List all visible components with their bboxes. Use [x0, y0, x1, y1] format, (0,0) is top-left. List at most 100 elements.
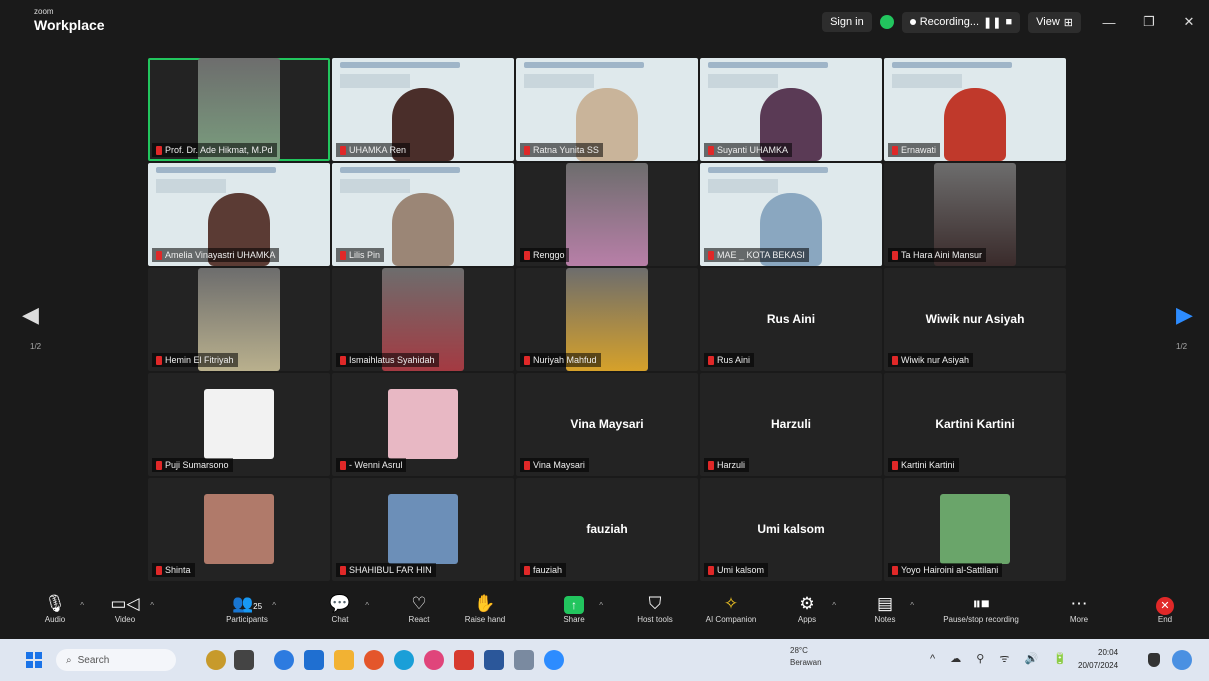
brand-small: zoom	[34, 7, 54, 16]
participant-name: Umi kalsom	[717, 565, 765, 575]
participant-tile[interactable]: Kartini Kartini Kartini Kartini	[884, 373, 1066, 476]
edge-browser-icon[interactable]	[394, 650, 414, 670]
participant-tile[interactable]: Ta Hara Aini Mansur	[884, 163, 1066, 266]
word-app-icon[interactable]	[484, 650, 504, 670]
audio-options-chevron-icon[interactable]: ^	[80, 601, 84, 610]
photos-app-icon[interactable]	[514, 650, 534, 670]
muted-microphone-icon	[156, 355, 162, 365]
pause-icon[interactable]: ❚❚	[983, 16, 1001, 29]
raise-hand-button[interactable]: ✋ Raise hand	[450, 593, 520, 624]
participant-tile[interactable]: Harzuli Harzuli	[700, 373, 882, 476]
participant-tile[interactable]: Ratna Yunita SS	[516, 58, 698, 161]
search-label: Search	[77, 654, 110, 666]
recording-dot-icon	[909, 19, 916, 25]
widget-app-icon[interactable]	[206, 650, 226, 670]
participant-tile[interactable]: Shinta	[148, 478, 330, 581]
weather-widget[interactable]: 28°C Berawan	[790, 645, 822, 669]
participant-tile[interactable]: UHAMKA Ren	[332, 58, 514, 161]
shared-slide-text	[892, 74, 962, 88]
audio-button[interactable]: 🎙 Audio ^	[20, 593, 90, 624]
more-button[interactable]: ⋯ More	[1044, 593, 1114, 624]
restore-icon[interactable]: ❐	[1129, 14, 1169, 30]
sign-in-label: Sign in	[830, 16, 864, 28]
muted-microphone-icon	[708, 145, 714, 155]
media-app-icon[interactable]	[424, 650, 444, 670]
shared-slide-text	[708, 74, 778, 88]
chrome-browser-icon[interactable]	[364, 650, 384, 670]
windows-start-icon[interactable]	[26, 652, 42, 668]
chat-button[interactable]: 💬 Chat ^	[305, 593, 375, 624]
recording-indicator[interactable]: Recording... ❚❚ ■	[901, 11, 1021, 33]
participant-name: Lilis Pin	[349, 250, 381, 260]
participant-tile[interactable]: Rus Aini Rus Aini	[700, 268, 882, 371]
share-button[interactable]: ↑ Share ^	[539, 593, 609, 624]
muted-microphone-icon	[156, 565, 162, 575]
notes-button[interactable]: ▤ Notes ^	[850, 593, 920, 624]
muted-microphone-icon	[524, 355, 530, 365]
participant-tile[interactable]: Renggo	[516, 163, 698, 266]
participant-tile[interactable]: Puji Sumarsono	[148, 373, 330, 476]
participants-chevron-icon[interactable]: ^	[272, 601, 276, 610]
pdf-app-icon[interactable]	[454, 650, 474, 670]
taskbar-clock[interactable]: 20:04 20/07/2024	[1078, 646, 1118, 672]
apps-label: Apps	[797, 615, 817, 624]
muted-microphone-icon	[340, 565, 346, 575]
participant-tile[interactable]: Vina Maysari Vina Maysari	[516, 373, 698, 476]
sign-in-button[interactable]: Sign in	[822, 12, 872, 32]
share-chevron-icon[interactable]: ^	[599, 601, 603, 610]
participant-tile[interactable]: Yoyo Hairoini al-Sattilani	[884, 478, 1066, 581]
system-tray[interactable]: ^ ☁ ⚲ ᯤ 🔊 🔋	[930, 651, 1073, 666]
video-button[interactable]: ▭◁ Video ^	[90, 593, 160, 624]
participant-tile[interactable]: Hemin El Fitriyah	[148, 268, 330, 371]
pause-stop-recording-button[interactable]: ⏸⏹ Pause/stop recording	[936, 593, 1026, 624]
taskbar-search-box[interactable]: ⌕ Search	[56, 649, 176, 671]
task-view-icon[interactable]	[234, 650, 254, 670]
participant-tile[interactable]: Ismaihlatus Syahidah	[332, 268, 514, 371]
shared-slide-text	[340, 74, 410, 88]
copilot-icon[interactable]	[1172, 650, 1192, 670]
teams-app-icon[interactable]	[274, 650, 294, 670]
host-tools-button[interactable]: ⛉ Host tools	[620, 593, 690, 624]
encryption-shield-icon[interactable]	[879, 15, 894, 29]
minimize-icon[interactable]: —	[1089, 15, 1129, 30]
participant-name-label: Ismaihlatus Syahidah	[336, 353, 439, 367]
video-options-chevron-icon[interactable]: ^	[150, 601, 154, 610]
participant-tile[interactable]: SHAHIBUL FAR HIN	[332, 478, 514, 581]
participant-name: Harzuli	[717, 460, 746, 470]
stop-icon[interactable]: ■	[1005, 16, 1012, 28]
participant-tile[interactable]: Prof. Dr. Ade Hikmat, M.Pd	[148, 58, 330, 161]
chat-chevron-icon[interactable]: ^	[365, 601, 369, 610]
participant-tile[interactable]: fauziah fauziah	[516, 478, 698, 581]
previous-page-icon[interactable]: ◀	[22, 302, 39, 328]
notification-bell-icon[interactable]	[1148, 653, 1160, 667]
react-button[interactable]: ♡ React	[384, 593, 454, 624]
apps-button[interactable]: ⚙ Apps ^	[772, 593, 842, 624]
participant-tile[interactable]: MAE _ KOTA BEKASI	[700, 163, 882, 266]
zoom-app-icon[interactable]	[544, 650, 564, 670]
sparkle-icon: ✧	[723, 594, 739, 613]
end-button[interactable]: ✕ End	[1130, 593, 1200, 624]
view-button[interactable]: View ⊞	[1028, 11, 1081, 33]
participant-name-label: Prof. Dr. Ade Hikmat, M.Pd	[152, 143, 277, 157]
audio-label: Audio	[44, 615, 66, 624]
next-page-icon[interactable]: ▶	[1176, 302, 1193, 328]
participant-tile[interactable]: - Wenni Asrul	[332, 373, 514, 476]
file-explorer-icon[interactable]	[334, 650, 354, 670]
participant-tile[interactable]: Suyanti UHAMKA	[700, 58, 882, 161]
apps-chevron-icon[interactable]: ^	[832, 601, 836, 610]
weather-condition: Berawan	[790, 658, 822, 667]
store-app-icon[interactable]	[304, 650, 324, 670]
ai-companion-button[interactable]: ✧ AI Companion	[696, 593, 766, 624]
meeting-toolbar: 🎙 Audio ^ ▭◁ Video ^ 👥25 Participants ^ 💬 Chat ^…	[0, 587, 1209, 639]
notes-chevron-icon[interactable]: ^	[910, 601, 914, 610]
participant-tile[interactable]: Amelia Vinayastri UHAMKA	[148, 163, 330, 266]
participant-tile[interactable]: Nuriyah Mahfud	[516, 268, 698, 371]
participant-tile[interactable]: Umi kalsom Umi kalsom	[700, 478, 882, 581]
participant-name-label: MAE _ KOTA BEKASI	[704, 248, 809, 262]
participants-button[interactable]: 👥25 Participants ^	[212, 593, 282, 624]
close-icon[interactable]: ✕	[1169, 14, 1209, 30]
participant-tile[interactable]: Lilis Pin	[332, 163, 514, 266]
participant-tile[interactable]: Ernawati	[884, 58, 1066, 161]
muted-microphone-icon	[708, 250, 714, 260]
participant-tile[interactable]: Wiwik nur Asiyah Wiwik nur Asiyah	[884, 268, 1066, 371]
